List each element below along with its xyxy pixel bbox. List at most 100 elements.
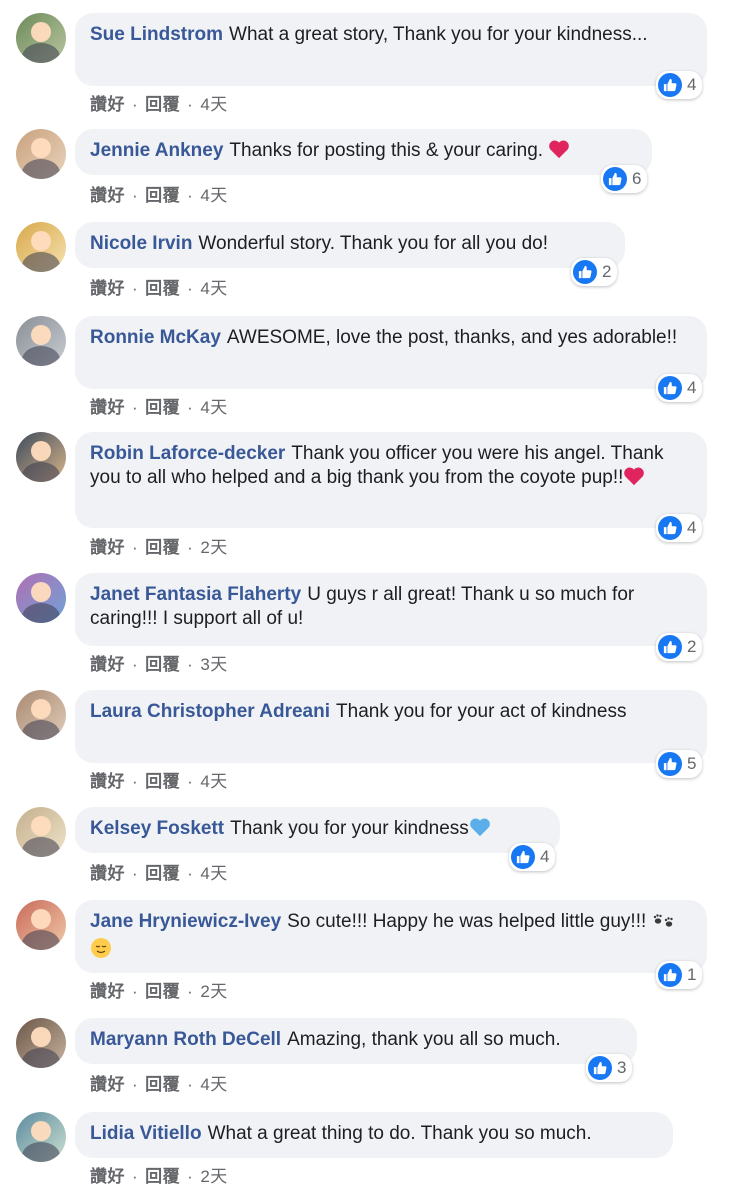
separator: ·: [132, 398, 139, 417]
comment-timestamp[interactable]: 4天: [200, 279, 227, 298]
reaction-count[interactable]: 4: [656, 514, 703, 542]
separator: ·: [132, 655, 139, 674]
comment-timestamp[interactable]: 4天: [200, 864, 227, 883]
reply-link[interactable]: 回覆: [145, 186, 180, 205]
like-reaction-icon: [588, 1056, 612, 1080]
reaction-count[interactable]: 4: [656, 71, 703, 99]
comment-actions: 讚好 · 回覆 · 2天: [90, 1162, 228, 1187]
like-link[interactable]: 讚好: [90, 279, 125, 298]
separator: ·: [132, 1075, 139, 1094]
comment-bubble: Maryann Roth DeCell Amazing, thank you al…: [75, 1018, 637, 1064]
reply-link[interactable]: 回覆: [145, 538, 180, 557]
reaction-count-value: 6: [632, 169, 642, 188]
like-link[interactable]: 讚好: [90, 186, 125, 205]
reaction-count[interactable]: 4: [509, 843, 556, 871]
comment-author[interactable]: Lidia Vitiello: [90, 1123, 202, 1144]
reply-link[interactable]: 回覆: [145, 1167, 180, 1186]
comment-bubble: Nicole Irvin Wonderful story. Thank you f…: [75, 222, 625, 268]
comment-bubble: Kelsey Foskett Thank you for your kindnes…: [75, 807, 560, 853]
reaction-count[interactable]: 4: [656, 374, 703, 402]
comment-actions: 讚好 · 回覆 · 4天: [90, 1070, 228, 1095]
like-link[interactable]: 讚好: [90, 864, 125, 883]
reaction-count-value: 4: [687, 518, 697, 537]
comment-actions: 讚好 · 回覆 · 4天: [90, 90, 228, 115]
comment-bubble: Janet Fantasia Flaherty U guys r all grea…: [75, 573, 707, 646]
comment-actions: 讚好 · 回覆 · 3天: [90, 650, 228, 675]
avatar[interactable]: [16, 573, 66, 623]
avatar[interactable]: [16, 807, 66, 857]
comment-author[interactable]: Maryann Roth DeCell: [90, 1029, 281, 1050]
comment-author[interactable]: Ronnie McKay: [90, 327, 221, 348]
reaction-count[interactable]: 2: [571, 258, 618, 286]
comment-timestamp[interactable]: 2天: [200, 538, 227, 557]
reaction-count[interactable]: 2: [656, 633, 703, 661]
like-link[interactable]: 讚好: [90, 1075, 125, 1094]
separator: ·: [132, 538, 139, 557]
comment-bubble: Laura Christopher Adreani Thank you for y…: [75, 690, 707, 763]
reply-link[interactable]: 回覆: [145, 1075, 180, 1094]
comment-text: Thanks for posting this & your caring.: [229, 140, 549, 161]
comment-text: What a great story, Thank you for your k…: [229, 24, 648, 45]
reaction-count[interactable]: 1: [656, 961, 703, 989]
separator: ·: [132, 982, 139, 1001]
like-link[interactable]: 讚好: [90, 95, 125, 114]
comment-timestamp[interactable]: 4天: [200, 1075, 227, 1094]
like-link[interactable]: 讚好: [90, 982, 125, 1001]
reaction-count-value: 5: [687, 754, 697, 773]
like-link[interactable]: 讚好: [90, 655, 125, 674]
separator: ·: [187, 1075, 194, 1094]
reply-link[interactable]: 回覆: [145, 279, 180, 298]
like-link[interactable]: 讚好: [90, 538, 125, 557]
comment-actions: 讚好 · 回覆 · 4天: [90, 181, 228, 206]
like-reaction-icon: [658, 752, 682, 776]
reply-link[interactable]: 回覆: [145, 982, 180, 1001]
avatar[interactable]: [16, 316, 66, 366]
comment-text: AWESOME, love the post, thanks, and yes …: [226, 327, 678, 348]
comment-author[interactable]: Kelsey Foskett: [90, 818, 224, 839]
avatar[interactable]: [16, 1112, 66, 1162]
comment-author[interactable]: Robin Laforce-decker: [90, 443, 285, 464]
comment-timestamp[interactable]: 4天: [200, 398, 227, 417]
separator: ·: [187, 772, 194, 791]
separator: ·: [187, 538, 194, 557]
comment-author[interactable]: Laura Christopher Adreani: [90, 701, 330, 722]
like-link[interactable]: 讚好: [90, 398, 125, 417]
avatar[interactable]: [16, 129, 66, 179]
reply-link[interactable]: 回覆: [145, 95, 180, 114]
reply-link[interactable]: 回覆: [145, 398, 180, 417]
avatar[interactable]: [16, 900, 66, 950]
like-reaction-icon: [658, 963, 682, 987]
comment-author[interactable]: Janet Fantasia Flaherty: [90, 584, 301, 605]
separator: ·: [187, 1167, 194, 1186]
comment-author[interactable]: Sue Lindstrom: [90, 24, 223, 45]
reaction-count[interactable]: 6: [601, 165, 648, 193]
like-link[interactable]: 讚好: [90, 772, 125, 791]
avatar[interactable]: [16, 222, 66, 272]
like-reaction-icon: [603, 167, 627, 191]
comment-timestamp[interactable]: 4天: [200, 772, 227, 791]
avatar[interactable]: [16, 1018, 66, 1068]
comment-author[interactable]: Jane Hryniewicz-Ivey: [90, 911, 281, 932]
comment-timestamp[interactable]: 4天: [200, 95, 227, 114]
comment-timestamp[interactable]: 3天: [200, 655, 227, 674]
comment-timestamp[interactable]: 4天: [200, 186, 227, 205]
comment-author[interactable]: Jennie Ankney: [90, 140, 223, 161]
comment-actions: 讚好 · 回覆 · 2天: [90, 533, 228, 558]
like-link[interactable]: 讚好: [90, 1167, 125, 1186]
avatar[interactable]: [16, 690, 66, 740]
avatar[interactable]: [16, 432, 66, 482]
reaction-count-value: 4: [687, 378, 697, 397]
comment-bubble: Jennie Ankney Thanks for posting this & y…: [75, 129, 652, 175]
comment-timestamp[interactable]: 2天: [200, 1167, 227, 1186]
comment-bubble: Sue Lindstrom What a great story, Thank y…: [75, 13, 707, 86]
reaction-count[interactable]: 3: [586, 1054, 633, 1082]
reply-link[interactable]: 回覆: [145, 772, 180, 791]
separator: ·: [132, 95, 139, 114]
reply-link[interactable]: 回覆: [145, 655, 180, 674]
comment-author[interactable]: Nicole Irvin: [90, 233, 192, 254]
reply-link[interactable]: 回覆: [145, 864, 180, 883]
avatar[interactable]: [16, 13, 66, 63]
reaction-count[interactable]: 5: [656, 750, 703, 778]
reaction-count-value: 4: [687, 75, 697, 94]
comment-timestamp[interactable]: 2天: [200, 982, 227, 1001]
